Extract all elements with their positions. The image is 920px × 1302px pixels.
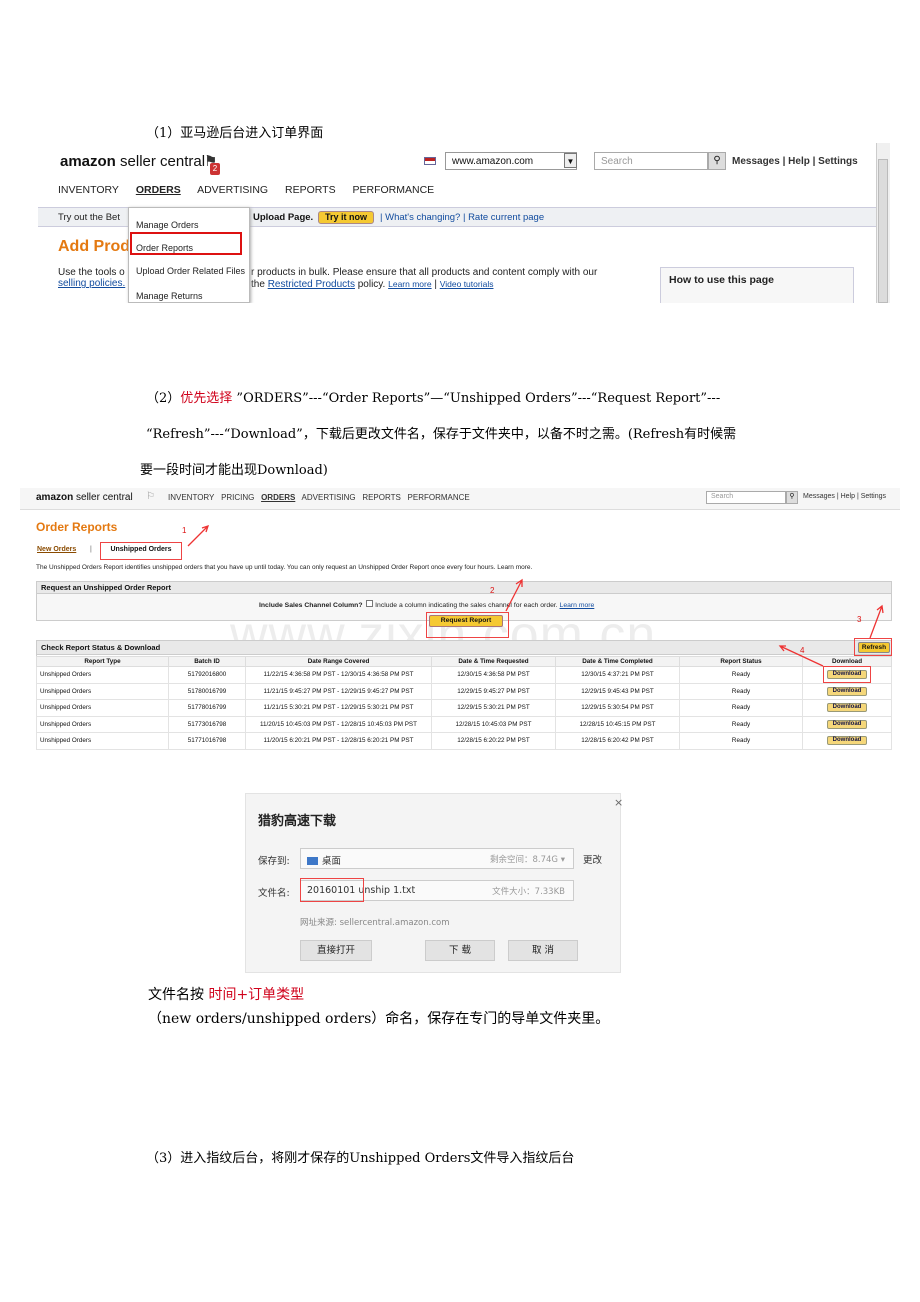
dialog-title: 猎豹高速下载 (258, 814, 337, 829)
step1-heading: （1）亚马逊后台进入订单界面 (146, 126, 324, 141)
step-marker-4: 4 (800, 646, 805, 655)
filename-label: 文件名: (258, 888, 290, 899)
step3-heading: （3）进入指纹后台，将刚才保存的Unshipped Orders文件导入指纹后台 (146, 1151, 575, 1166)
folder-icon (307, 857, 318, 865)
notification-badge: 2 (210, 163, 220, 175)
menu-item-upload-files[interactable]: Upload Order Related Files (136, 266, 245, 276)
restricted-products-link[interactable]: Restricted Products (268, 279, 355, 290)
step-marker-3: 3 (857, 615, 862, 624)
scrollbar-thumb[interactable] (878, 159, 888, 303)
beta-bold-text: Upload Page. (253, 212, 314, 223)
search-icon[interactable]: ⚲ (708, 152, 726, 170)
orders-dropdown-menu: Manage Orders Order Reports Upload Order… (128, 207, 250, 303)
seller-central-screenshot-menu: amazon seller central ⚑ 2 www.amazon.com… (38, 143, 890, 303)
save-location-field[interactable]: 桌面 剩余空间：8.74G ▾ (300, 848, 574, 869)
nav-advertising[interactable]: ADVERTISING (197, 184, 268, 196)
chevron-down-icon[interactable]: ▼ (564, 153, 577, 168)
open-directly-button[interactable]: 直接打开 (300, 940, 372, 961)
naming-line1: 文件名按 时间+订单类型 (148, 987, 305, 1003)
nav-orders[interactable]: ORDERS (136, 184, 181, 196)
learn-more-link[interactable]: Learn more (388, 279, 431, 289)
beta-links[interactable]: | What's changing? | Rate current page (380, 212, 544, 223)
how-to-panel: How to use this page (660, 267, 854, 303)
cancel-button[interactable]: 取 消 (508, 940, 578, 961)
file-size: 文件大小：7.33KB (492, 887, 565, 897)
download-dialog: 猎豹高速下载 × 保存到: 桌面 剩余空间：8.74G ▾ 更改 文件名: 201… (245, 793, 623, 973)
amazon-logo[interactable]: amazon seller central (60, 153, 205, 170)
highlight-box-filename (300, 878, 364, 902)
step2-line3: 要一段时间才能出现Download) (140, 463, 328, 478)
how-to-title: How to use this page (669, 274, 775, 286)
save-to-label: 保存到: (258, 856, 290, 867)
step2-line2: “Refresh”---“Download”，下载后更改文件名，保存于文件夹中，… (146, 427, 737, 442)
nav-reports[interactable]: REPORTS (285, 184, 336, 196)
intro-text-right: r products in bulk. Please ensure that a… (251, 267, 598, 278)
marketplace-select[interactable]: www.amazon.com (445, 152, 577, 170)
search-input[interactable]: Search (594, 152, 708, 170)
try-it-now-button[interactable]: Try it now (318, 211, 374, 224)
annotation-arrows (187, 524, 884, 667)
naming-line2: （new orders/unshipped orders）命名，保存在专门的导单… (148, 1011, 610, 1027)
download-button[interactable]: 下 载 (425, 940, 495, 961)
intro-text: Use the tools o (58, 267, 125, 278)
step-marker-2: 2 (490, 586, 495, 595)
change-button[interactable]: 更改 (583, 852, 602, 866)
menu-item-manage-returns[interactable]: Manage Returns (136, 291, 203, 301)
step-marker-1: 1 (182, 526, 187, 535)
order-reports-screenshot: amazon seller central ⚐ INVENTORY PRICIN… (20, 488, 900, 750)
nav-performance[interactable]: PERFORMANCE (353, 184, 435, 196)
intro-text-right-2: the Restricted Products policy. Learn mo… (251, 279, 494, 290)
close-icon[interactable]: × (614, 796, 623, 809)
video-tutorials-link[interactable]: Video tutorials (440, 279, 494, 289)
main-nav: INVENTORY ORDERS ADVERTISING REPORTS PER… (58, 184, 448, 196)
chevron-down-icon: ▾ (560, 855, 565, 865)
beta-text: Try out the Bet (58, 212, 120, 223)
us-flag-icon (424, 157, 436, 165)
step2-line1: （2）优先选择 ”ORDERS”---“Order Reports”—“Unsh… (146, 391, 721, 406)
selling-policies-link[interactable]: selling policies. (58, 278, 125, 289)
header-links[interactable]: Messages | Help | Settings (732, 156, 858, 167)
nav-inventory[interactable]: INVENTORY (58, 184, 119, 196)
menu-item-manage-orders[interactable]: Manage Orders (136, 220, 199, 230)
free-space: 剩余空间：8.74G ▾ (490, 855, 565, 865)
highlight-box (130, 232, 242, 255)
source-url: 网址来源: sellercentral.amazon.com (300, 918, 450, 928)
